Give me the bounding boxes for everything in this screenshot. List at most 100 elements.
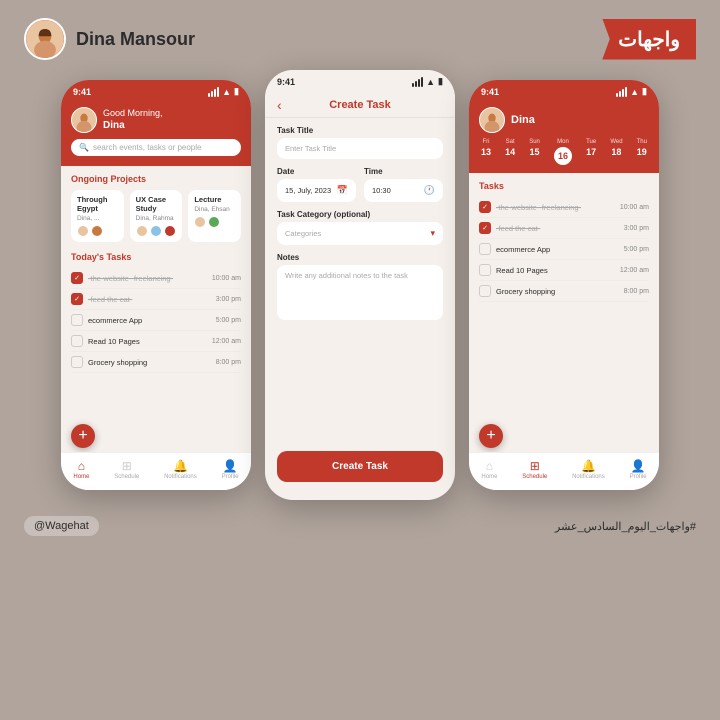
signal-icon (208, 87, 219, 97)
status-icons-3: ▲ ▮ (616, 86, 647, 97)
checkbox3-0[interactable]: ✓ (479, 201, 491, 213)
task3-name-0: -the-website--freelancing- (496, 203, 581, 212)
date-input[interactable]: 15, July, 2023 📅 (277, 179, 356, 202)
nav-profile-3[interactable]: 👤 Profile (630, 459, 647, 480)
bell-icon-1: 🔔 (173, 459, 188, 473)
nav-label-profile-3: Profile (630, 474, 647, 480)
task-time-1: 3:00 pm (216, 296, 241, 303)
phone3-header: Dina Fri 13 Sat 14 Sun 15 (469, 101, 659, 173)
project-card-2[interactable]: Lecture Dina, Ehsan (188, 190, 241, 242)
footer-hashtag: #واجهات_اليوم_السادس_عشر (555, 520, 696, 533)
category-select[interactable]: Categories ▾ (277, 222, 443, 245)
task-item-4[interactable]: Grocery shopping 8:00 pm (71, 352, 241, 373)
nav-schedule-1[interactable]: ⊞ Schedule (114, 459, 139, 480)
checkbox3-4[interactable] (479, 285, 491, 297)
nav-home-3[interactable]: ⌂ Home (481, 459, 497, 480)
battery-icon-2: ▮ (438, 76, 443, 87)
project-name-2: Lecture (194, 195, 235, 204)
greeting: Good Morning, Dina (103, 108, 163, 133)
nav-label-home-1: Home (73, 474, 89, 480)
page-footer: @Wagehat #واجهات_اليوم_السادس_عشر (0, 508, 720, 544)
nav-label-notif-3: Notifications (572, 474, 605, 480)
checkbox3-2[interactable] (479, 243, 491, 255)
checkbox-3[interactable] (71, 335, 83, 347)
cal-day-name-4: Tue (586, 139, 596, 145)
time-col: Time 10:30 🕐 (364, 167, 443, 202)
create-task-button[interactable]: Create Task (277, 451, 443, 482)
phones-container: 9:41 ▲ ▮ (0, 80, 720, 500)
project-card-0[interactable]: Through Egypt Dina, ... (71, 190, 124, 242)
notes-textarea[interactable]: Write any additional notes to the task (277, 265, 443, 320)
cal-day-name-6: Thu (637, 139, 647, 145)
task-item-0[interactable]: ✓ -the-website--freelancing- 10:00 am (71, 268, 241, 289)
project-card-1[interactable]: UX Case Study Dina, Rahma (130, 190, 183, 242)
phone3-header-top: Dina (479, 107, 649, 133)
battery-icon: ▮ (234, 86, 239, 97)
bottom-nav-1: ⌂ Home ⊞ Schedule 🔔 Notifications 👤 Prof… (61, 452, 251, 490)
fab-button-1[interactable]: + (71, 424, 95, 448)
cal-day-name-2: Sun (529, 139, 540, 145)
nav-notif-1[interactable]: 🔔 Notifications (164, 459, 197, 480)
task-name-3: Read 10 Pages (88, 337, 140, 346)
cal-day-num-today: 16 (554, 147, 572, 165)
cal-day-1[interactable]: Sat 14 (505, 139, 515, 165)
projects-title: Ongoing Projects (71, 174, 241, 184)
nav-schedule-3[interactable]: ⊞ Schedule (522, 459, 547, 480)
task-item-3[interactable]: Read 10 Pages 12:00 am (71, 331, 241, 352)
status-bar-3: 9:41 ▲ ▮ (469, 80, 659, 101)
checkbox3-1[interactable]: ✓ (479, 222, 491, 234)
cal-day-5[interactable]: Wed 18 (610, 139, 622, 165)
fab-button-3[interactable]: + (479, 424, 503, 448)
phone-create-task: 9:41 ▲ ▮ ‹ Create Task (265, 70, 455, 500)
search-placeholder-1: search events, tasks or people (93, 143, 202, 152)
task3-item-0[interactable]: ✓ -the-website--freelancing- 10:00 am (479, 197, 649, 218)
search-bar-1[interactable]: 🔍 search events, tasks or people (71, 139, 241, 156)
task3-item-3[interactable]: Read 10 Pages 12:00 am (479, 260, 649, 281)
checkbox-0[interactable]: ✓ (71, 272, 83, 284)
phone2-body: Task Title Enter Task Title Date 15, Jul… (265, 118, 455, 336)
task-item-2[interactable]: ecommerce App 5:00 pm (71, 310, 241, 331)
nav-home-1[interactable]: ⌂ Home (73, 459, 89, 480)
cal-day-num-0: 13 (481, 147, 491, 157)
status-icons-1: ▲ ▮ (208, 86, 239, 97)
status-bar-2: 9:41 ▲ ▮ (265, 70, 455, 91)
cal-day-6[interactable]: Thu 19 (637, 139, 647, 165)
tasks-title-3: Tasks (479, 181, 649, 191)
back-button[interactable]: ‹ (277, 97, 282, 113)
nav-label-schedule-1: Schedule (114, 474, 139, 480)
task3-item-1[interactable]: ✓ -feed the cat- 3:00 pm (479, 218, 649, 239)
project-avatars-1 (136, 225, 177, 237)
cal-day-4[interactable]: Tue 17 (586, 139, 596, 165)
status-icons-2: ▲ ▮ (412, 76, 443, 87)
task-time-4: 8:00 pm (216, 359, 241, 366)
cal-day-0[interactable]: Fri 13 (481, 139, 491, 165)
task-name-4: Grocery shopping (88, 358, 147, 367)
cal-day-today[interactable]: Mon 16 (554, 139, 572, 165)
page-background: Dina Mansour واجهات 9:41 ▲ ▮ (0, 0, 720, 720)
date-col: Date 15, July, 2023 📅 (277, 167, 356, 202)
checkbox-4[interactable] (71, 356, 83, 368)
checkbox3-3[interactable] (479, 264, 491, 276)
nav-profile-1[interactable]: 👤 Profile (222, 459, 239, 480)
mini-avatar (91, 225, 103, 237)
project-name-1: UX Case Study (136, 195, 177, 213)
footer-handle: @Wagehat (24, 516, 99, 536)
wifi-icon-3: ▲ (630, 87, 639, 97)
task-name-1: -feed the cat- (88, 295, 132, 304)
time-input[interactable]: 10:30 🕐 (364, 179, 443, 202)
checkbox-2[interactable] (71, 314, 83, 326)
category-label: Task Category (optional) (277, 210, 443, 219)
task-item-1[interactable]: ✓ -feed the cat- 3:00 pm (71, 289, 241, 310)
checkbox-1[interactable]: ✓ (71, 293, 83, 305)
signal-icon-2 (412, 77, 423, 87)
task3-item-2[interactable]: ecommerce App 5:00 pm (479, 239, 649, 260)
phone1-header: Good Morning, Dina 🔍 search events, task… (61, 101, 251, 166)
cal-day-num-4: 17 (586, 147, 596, 157)
nav-notif-3[interactable]: 🔔 Notifications (572, 459, 605, 480)
home-icon: ⌂ (78, 459, 85, 473)
task3-item-4[interactable]: Grocery shopping 8:00 pm (479, 281, 649, 302)
cal-day-name-today: Mon (557, 139, 569, 145)
task-title-input[interactable]: Enter Task Title (277, 138, 443, 159)
cal-day-2[interactable]: Sun 15 (529, 139, 540, 165)
mini-avatar (77, 225, 89, 237)
